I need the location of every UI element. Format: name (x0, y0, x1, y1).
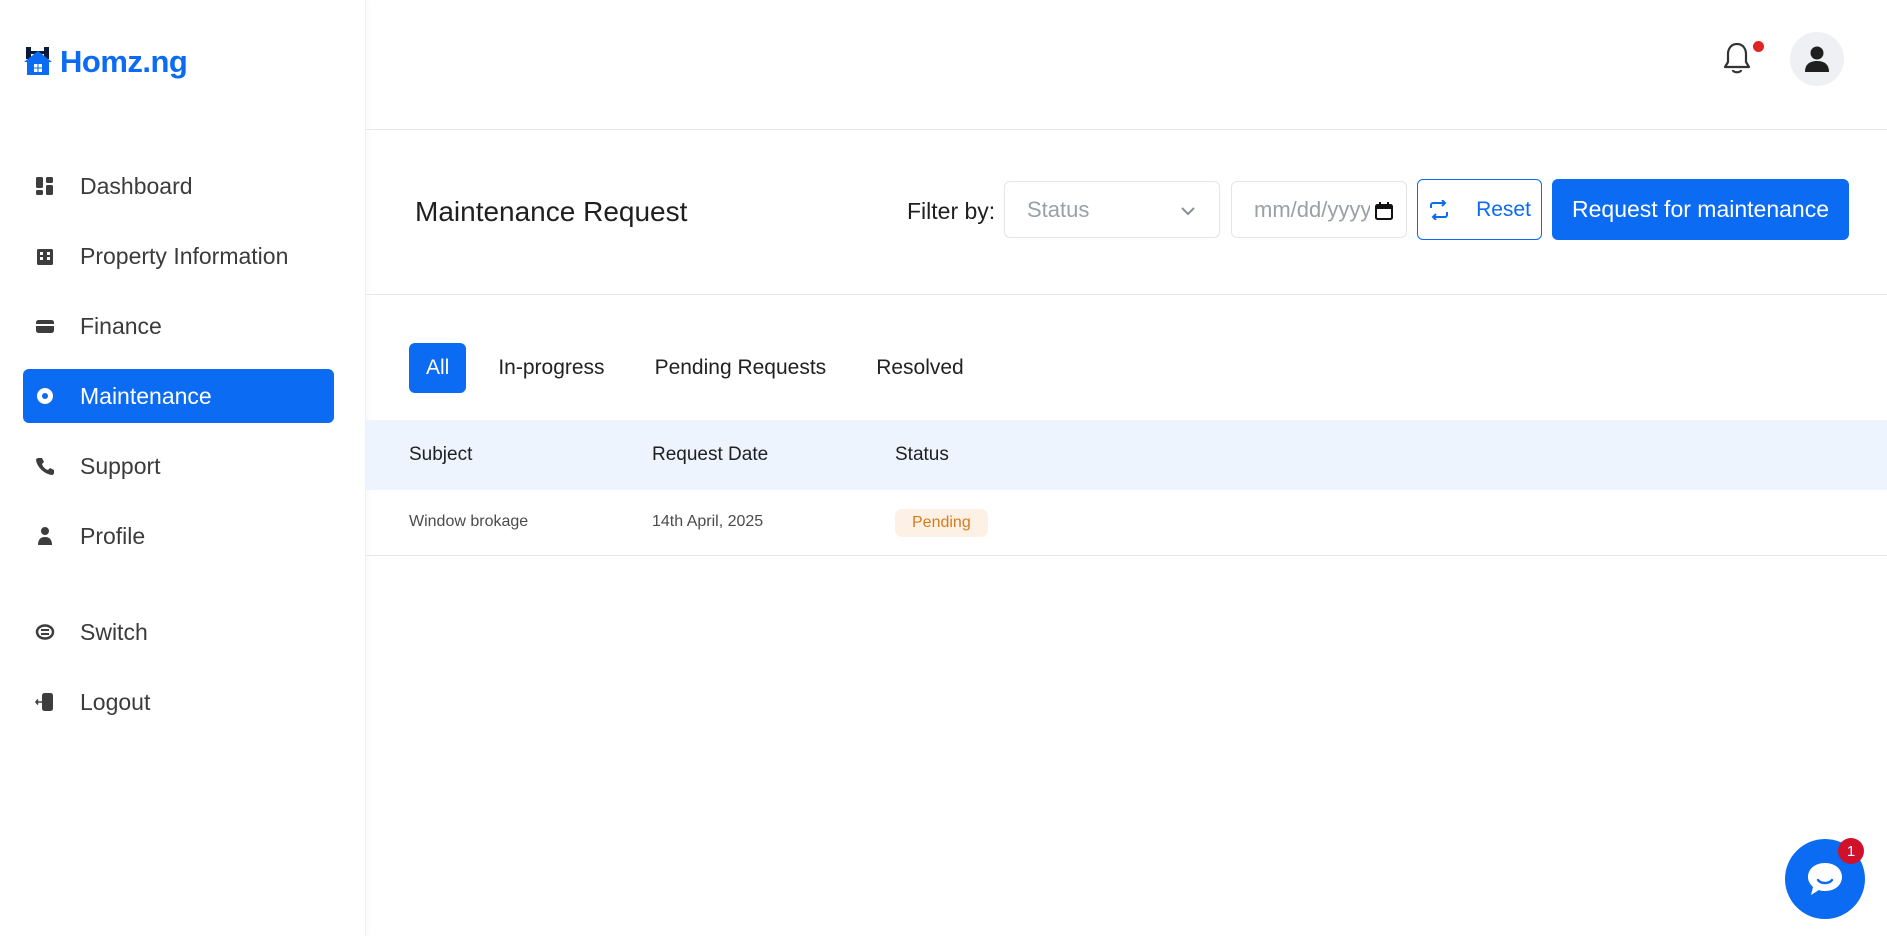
sidebar-item-dashboard[interactable]: Dashboard (23, 159, 334, 213)
request-maintenance-button[interactable]: Request for maintenance (1552, 179, 1849, 240)
status-select-placeholder: Status (1027, 196, 1090, 222)
tab-in-progress[interactable]: In-progress (480, 343, 622, 393)
bell-icon[interactable] (1722, 40, 1752, 76)
reset-label: Reset (1476, 197, 1531, 221)
table-header (366, 420, 1887, 490)
house-logo-icon (24, 47, 52, 75)
sidebar-nav: Dashboard Property Information Finance M… (23, 159, 334, 745)
sidebar-item-label: Profile (80, 522, 146, 549)
sidebar-item-label: Property Information (80, 242, 289, 269)
column-header-status[interactable]: Status (895, 444, 949, 466)
person-icon (35, 526, 55, 546)
brand-logo[interactable]: Homz.ng (22, 44, 188, 80)
sidebar-item-label: Finance (80, 312, 162, 339)
date-filter-input[interactable]: mm/dd/yyyy (1231, 181, 1407, 238)
column-header-subject[interactable]: Subject (409, 444, 472, 466)
page-title: Maintenance Request (415, 196, 688, 227)
table-row[interactable] (366, 490, 1887, 556)
reset-button[interactable]: Reset (1417, 179, 1542, 240)
notification-dot (1753, 41, 1764, 52)
request-maintenance-label: Request for maintenance (1572, 196, 1829, 222)
sidebar-item-label: Switch (80, 618, 148, 645)
date-input-placeholder: mm/dd/yyyy (1254, 196, 1370, 222)
logout-icon (35, 692, 55, 712)
phone-icon (35, 456, 55, 476)
calendar-icon[interactable] (1374, 201, 1394, 221)
sidebar-item-support[interactable]: Support (23, 439, 334, 493)
chat-bubble-icon (1808, 863, 1842, 895)
tab-all[interactable]: All (409, 343, 467, 393)
user-icon (1805, 46, 1829, 72)
sidebar-item-profile[interactable]: Profile (23, 509, 334, 563)
sidebar-item-label: Logout (80, 688, 151, 715)
wallet-icon (35, 316, 55, 336)
status-filter-select[interactable]: Status (1004, 181, 1220, 238)
sidebar-item-logout[interactable]: Logout (23, 675, 334, 729)
sidebar-item-label: Support (80, 452, 161, 479)
cell-request-date: 14th April, 2025 (652, 513, 764, 530)
switch-icon (35, 622, 55, 642)
column-header-request-date[interactable]: Request Date (652, 444, 768, 466)
cell-subject: Window brokage (409, 513, 529, 530)
sidebar-item-label: Dashboard (80, 172, 193, 199)
status-tabs: All In-progress Pending Requests Resolve… (409, 343, 996, 393)
filter-label: Filter by: (907, 198, 996, 224)
dashboard-icon (35, 176, 55, 196)
sidebar-item-switch[interactable]: Switch (23, 605, 334, 659)
sidebar-item-label: Maintenance (80, 382, 212, 409)
sidebar-item-maintenance[interactable]: Maintenance (23, 369, 334, 423)
chat-unread-badge: 1 (1838, 838, 1864, 864)
building-icon (35, 246, 55, 266)
maintenance-icon (35, 386, 55, 406)
tab-resolved[interactable]: Resolved (858, 343, 982, 393)
tab-pending-requests[interactable]: Pending Requests (637, 343, 845, 393)
sidebar: Homz.ng Dashboard Property Information F… (0, 0, 366, 936)
sidebar-item-finance[interactable]: Finance (23, 299, 334, 353)
brand-name: Homz.ng (60, 44, 188, 79)
top-header (366, 0, 1887, 130)
avatar[interactable] (1790, 32, 1844, 86)
sidebar-item-property-information[interactable]: Property Information (23, 229, 334, 283)
chevron-down-icon (1181, 207, 1195, 216)
status-badge: Pending (895, 509, 988, 537)
refresh-icon (1430, 199, 1449, 220)
